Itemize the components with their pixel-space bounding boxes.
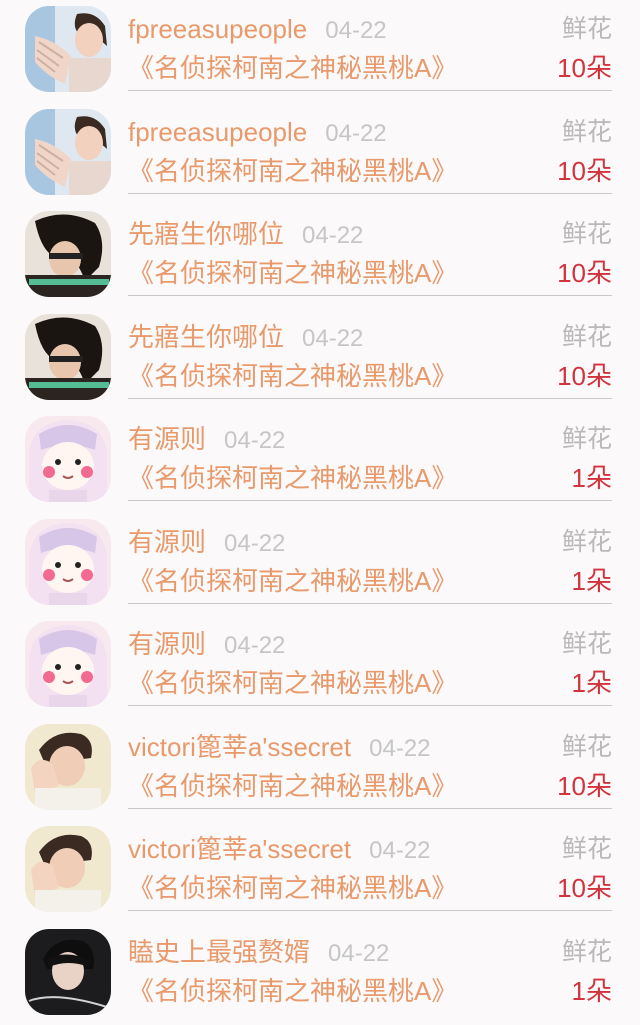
avatar[interactable]	[25, 519, 111, 605]
gift-type: 鲜花	[562, 217, 612, 251]
avatar-girl-dark-icon	[25, 314, 111, 400]
list-item[interactable]: 先寤生你哪位04-22 《名侦探柯南之神秘黑桃A》 鲜花 10朵	[0, 308, 640, 411]
divider	[128, 90, 612, 91]
avatar[interactable]	[25, 416, 111, 502]
gift-date: 04-22	[328, 940, 389, 967]
avatar[interactable]	[25, 826, 111, 912]
gift-count: 10朵	[557, 769, 612, 803]
gift-type: 鲜花	[562, 115, 612, 149]
gift-type: 鲜花	[562, 422, 612, 456]
list-item[interactable]: 瞌史上最强赘婿04-22 《名侦探柯南之神秘黑桃A》 鲜花 1朵	[0, 923, 640, 1025]
sender-name[interactable]: 先寤生你哪位04-22	[128, 320, 363, 356]
gift-record-list: fpreeasupeople04-22 《名侦探柯南之神秘黑桃A》 鲜花 10朵…	[0, 0, 640, 1025]
gift-date: 04-22	[224, 530, 285, 557]
gift-date: 04-22	[325, 120, 386, 147]
divider	[128, 193, 612, 194]
gift-type: 鲜花	[562, 12, 612, 46]
book-title[interactable]: 《名侦探柯南之神秘黑桃A》	[128, 51, 457, 85]
divider	[128, 910, 612, 911]
avatar[interactable]	[25, 6, 111, 92]
sender-name[interactable]: fpreeasupeople04-22	[128, 115, 387, 151]
gift-type: 鲜花	[562, 320, 612, 354]
gift-date: 04-22	[325, 17, 386, 44]
gift-date: 04-22	[369, 735, 430, 762]
gift-date: 04-22	[224, 427, 285, 454]
book-title[interactable]: 《名侦探柯南之神秘黑桃A》	[128, 666, 457, 700]
list-item[interactable]: fpreeasupeople04-22 《名侦探柯南之神秘黑桃A》 鲜花 10朵	[0, 0, 640, 103]
avatar[interactable]	[25, 314, 111, 400]
book-title[interactable]: 《名侦探柯南之神秘黑桃A》	[128, 564, 457, 598]
divider	[128, 808, 612, 809]
book-title[interactable]: 《名侦探柯南之神秘黑桃A》	[128, 256, 457, 290]
gift-type: 鲜花	[562, 832, 612, 866]
list-item[interactable]: 有源则04-22 《名侦探柯南之神秘黑桃A》 鲜花 1朵	[0, 615, 640, 718]
avatar-boy-hand-icon	[25, 826, 111, 912]
sender-name[interactable]: victori篦莘a'ssecret04-22	[128, 730, 431, 766]
gift-count: 10朵	[557, 256, 612, 290]
book-title[interactable]: 《名侦探柯南之神秘黑桃A》	[128, 461, 457, 495]
avatar-man-hand-icon	[25, 6, 111, 92]
sender-name[interactable]: fpreeasupeople04-22	[128, 12, 387, 48]
divider	[128, 500, 612, 501]
avatar[interactable]	[25, 929, 111, 1015]
divider	[128, 705, 612, 706]
divider	[128, 398, 612, 399]
gift-count: 1朵	[572, 564, 612, 598]
sender-name[interactable]: 有源则04-22	[128, 422, 285, 458]
book-title[interactable]: 《名侦探柯南之神秘黑桃A》	[128, 769, 457, 803]
list-item[interactable]: fpreeasupeople04-22 《名侦探柯南之神秘黑桃A》 鲜花 10朵	[0, 103, 640, 206]
book-title[interactable]: 《名侦探柯南之神秘黑桃A》	[128, 154, 457, 188]
gift-count: 10朵	[557, 154, 612, 188]
gift-type: 鲜花	[562, 730, 612, 764]
gift-count: 1朵	[572, 666, 612, 700]
list-item[interactable]: victori篦莘a'ssecret04-22 《名侦探柯南之神秘黑桃A》 鲜花…	[0, 820, 640, 923]
gift-date: 04-22	[224, 632, 285, 659]
book-title[interactable]: 《名侦探柯南之神秘黑桃A》	[128, 974, 457, 1008]
avatar-anime-girl-icon	[25, 416, 111, 502]
gift-date: 04-22	[302, 325, 363, 352]
list-item[interactable]: 有源则04-22 《名侦探柯南之神秘黑桃A》 鲜花 1朵	[0, 410, 640, 513]
avatar[interactable]	[25, 211, 111, 297]
avatar-girl-dark-icon	[25, 211, 111, 297]
avatar-anime-girl-icon	[25, 621, 111, 707]
avatar-man-hand-icon	[25, 109, 111, 195]
gift-count: 10朵	[557, 51, 612, 85]
gift-type: 鲜花	[562, 525, 612, 559]
gift-count: 10朵	[557, 871, 612, 905]
gift-count: 1朵	[572, 461, 612, 495]
sender-name[interactable]: 有源则04-22	[128, 627, 285, 663]
gift-count: 10朵	[557, 359, 612, 393]
sender-name[interactable]: 有源则04-22	[128, 525, 285, 561]
divider	[128, 603, 612, 604]
avatar[interactable]	[25, 109, 111, 195]
avatar[interactable]	[25, 724, 111, 810]
sender-name[interactable]: 先寤生你哪位04-22	[128, 217, 363, 253]
avatar-boy-hand-icon	[25, 724, 111, 810]
gift-date: 04-22	[369, 837, 430, 864]
gift-count: 1朵	[572, 974, 612, 1008]
list-item[interactable]: 先寤生你哪位04-22 《名侦探柯南之神秘黑桃A》 鲜花 10朵	[0, 205, 640, 308]
gift-type: 鲜花	[562, 935, 612, 969]
book-title[interactable]: 《名侦探柯南之神秘黑桃A》	[128, 871, 457, 905]
gift-date: 04-22	[302, 222, 363, 249]
avatar[interactable]	[25, 621, 111, 707]
book-title[interactable]: 《名侦探柯南之神秘黑桃A》	[128, 359, 457, 393]
sender-name[interactable]: victori篦莘a'ssecret04-22	[128, 832, 431, 868]
sender-name[interactable]: 瞌史上最强赘婿04-22	[128, 935, 389, 971]
list-item[interactable]: 有源则04-22 《名侦探柯南之神秘黑桃A》 鲜花 1朵	[0, 513, 640, 616]
avatar-anime-girl-icon	[25, 519, 111, 605]
list-item[interactable]: victori篦莘a'ssecret04-22 《名侦探柯南之神秘黑桃A》 鲜花…	[0, 718, 640, 821]
gift-type: 鲜花	[562, 627, 612, 661]
avatar-boy-dark-icon	[25, 929, 111, 1015]
divider	[128, 295, 612, 296]
